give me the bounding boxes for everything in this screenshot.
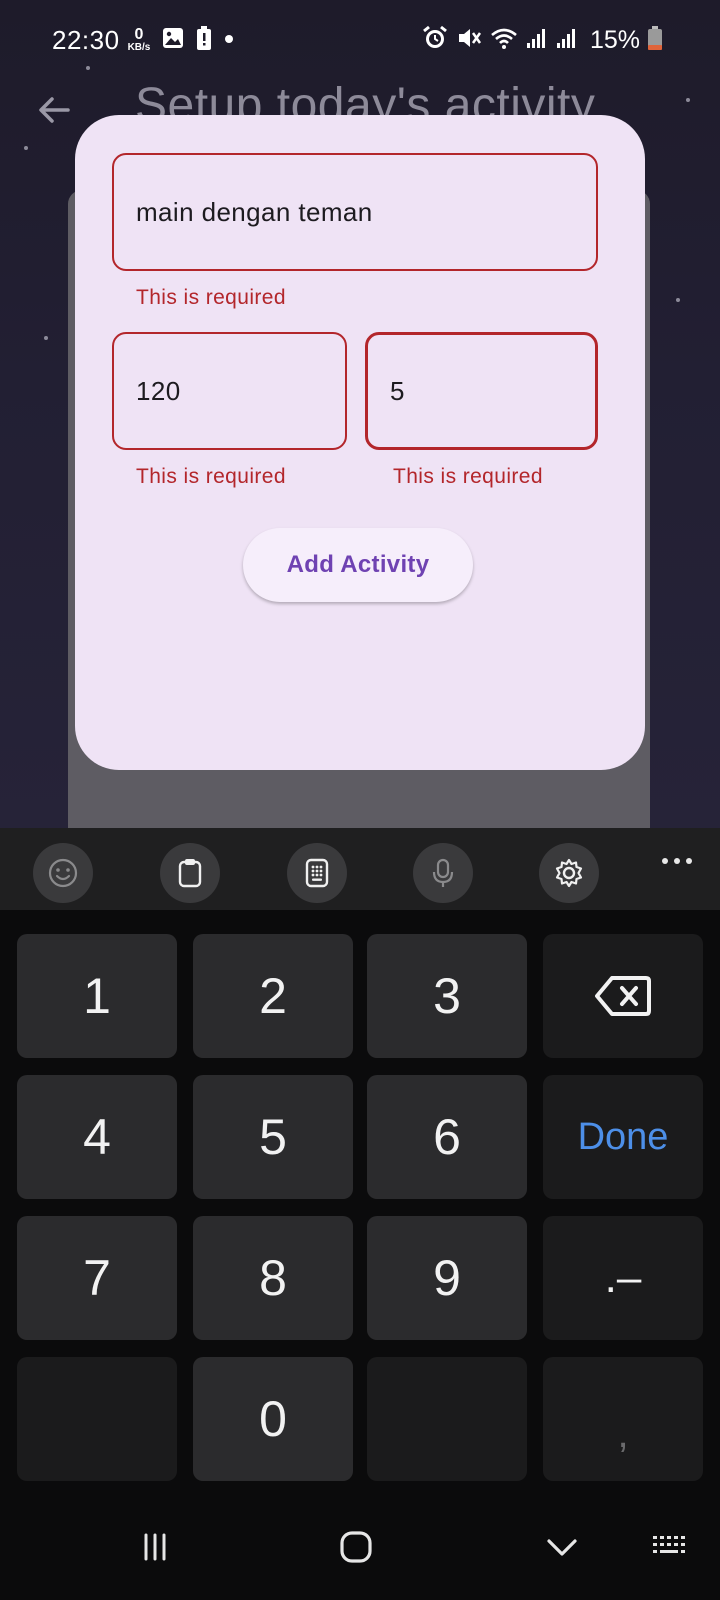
status-time: 22:30 bbox=[52, 24, 120, 55]
hide-keyboard-icon[interactable] bbox=[545, 1530, 579, 1569]
network-speed-value: 0 bbox=[134, 26, 144, 43]
minutes-field[interactable]: 120 bbox=[112, 332, 347, 450]
backspace-icon bbox=[595, 976, 651, 1016]
points-field[interactable]: 5 bbox=[365, 332, 598, 450]
numeric-keyboard: 1 2 3 4 5 6 Done 7 8 9 .– 0 , bbox=[0, 910, 720, 1500]
signal-icon bbox=[556, 27, 578, 54]
empty-key bbox=[17, 1357, 177, 1481]
status-bar: 22:30 0 KB/s 15% bbox=[0, 0, 720, 80]
notification-dot-icon bbox=[224, 31, 234, 49]
key-9[interactable]: 9 bbox=[367, 1216, 527, 1340]
points-error: This is required bbox=[393, 465, 543, 488]
battery-alert-icon bbox=[196, 25, 212, 55]
key-3[interactable]: 3 bbox=[367, 934, 527, 1058]
add-activity-dialog: main dengan teman This is required 120 5… bbox=[75, 115, 645, 770]
key-7[interactable]: 7 bbox=[17, 1216, 177, 1340]
battery-icon bbox=[648, 25, 662, 55]
more-icon[interactable] bbox=[662, 858, 692, 864]
minutes-value: 120 bbox=[136, 375, 181, 406]
navigation-bar bbox=[0, 1500, 720, 1600]
key-1[interactable]: 1 bbox=[17, 934, 177, 1058]
emoji-icon[interactable] bbox=[33, 843, 93, 903]
empty-key bbox=[367, 1357, 527, 1481]
backspace-key[interactable] bbox=[543, 934, 703, 1058]
star-decoration bbox=[686, 98, 690, 102]
activity-name-error: This is required bbox=[136, 286, 286, 309]
star-decoration bbox=[676, 298, 680, 302]
star-decoration bbox=[24, 146, 28, 150]
minutes-error: This is required bbox=[136, 465, 286, 488]
key-8[interactable]: 8 bbox=[193, 1216, 353, 1340]
star-decoration bbox=[44, 336, 48, 340]
done-key[interactable]: Done bbox=[543, 1075, 703, 1199]
network-speed: 0 KB/s bbox=[128, 27, 151, 53]
back-arrow-icon[interactable] bbox=[32, 88, 76, 132]
activity-name-value: main dengan teman bbox=[136, 196, 373, 227]
key-0[interactable]: 0 bbox=[193, 1357, 353, 1481]
points-value: 5 bbox=[390, 375, 405, 406]
comma-key[interactable]: , bbox=[543, 1357, 703, 1481]
gallery-notification-icon bbox=[162, 27, 184, 54]
recent-apps-icon[interactable] bbox=[140, 1530, 174, 1569]
signal-icon bbox=[526, 27, 548, 54]
activity-name-field[interactable]: main dengan teman bbox=[112, 153, 598, 271]
wifi-icon bbox=[490, 26, 518, 55]
status-icons: 15% bbox=[422, 0, 662, 80]
key-2[interactable]: 2 bbox=[193, 934, 353, 1058]
home-icon[interactable] bbox=[339, 1530, 373, 1569]
settings-icon[interactable] bbox=[539, 843, 599, 903]
keyboard-toolbar bbox=[0, 828, 720, 910]
mute-icon bbox=[456, 25, 482, 56]
network-speed-unit: KB/s bbox=[127, 42, 151, 53]
battery-percent: 15% bbox=[589, 25, 640, 54]
mic-icon[interactable] bbox=[413, 843, 473, 903]
key-4[interactable]: 4 bbox=[17, 1075, 177, 1199]
dot-dash-key[interactable]: .– bbox=[543, 1216, 703, 1340]
keypad-icon[interactable] bbox=[287, 843, 347, 903]
key-5[interactable]: 5 bbox=[193, 1075, 353, 1199]
alarm-icon bbox=[422, 25, 448, 56]
add-activity-button[interactable]: Add Activity bbox=[243, 528, 473, 602]
clipboard-icon[interactable] bbox=[160, 843, 220, 903]
keyboard-icon[interactable] bbox=[651, 1530, 691, 1569]
key-6[interactable]: 6 bbox=[367, 1075, 527, 1199]
